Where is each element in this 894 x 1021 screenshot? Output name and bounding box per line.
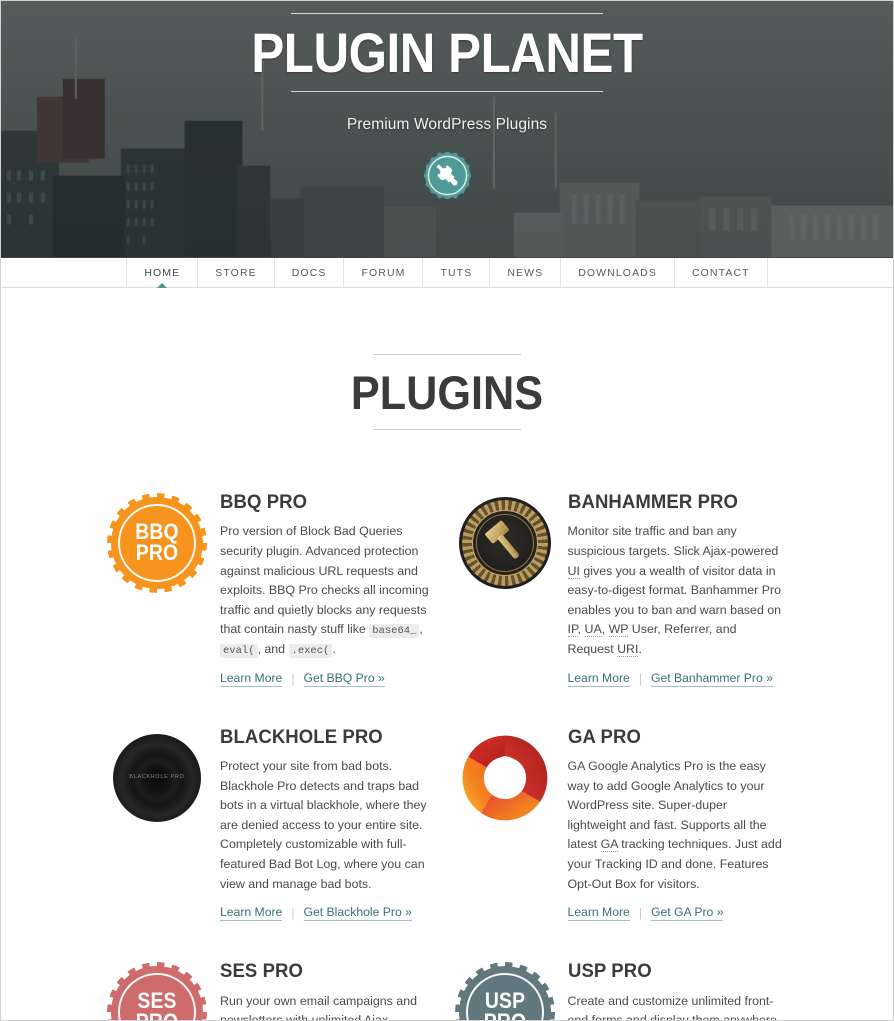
plugin-description: Pro version of Block Bad Queries securit… [220,524,429,658]
page-title-block: PLUGINS [1,354,893,430]
plugin-description: Run your own email campaigns and newslet… [220,993,417,1021]
title-rule-bottom [291,91,603,92]
main-navigation[interactable]: HOME STORE DOCS FORUM TUTS NEWS DOWNLOAD… [1,258,893,288]
get-plugin-link[interactable]: Get BBQ Pro » [303,671,385,687]
plugin-links: Learn More | Get Banhammer Pro » [567,671,784,687]
badge-text: USP PRO [464,966,545,1020]
plugin-card: USP PRO USP PRO Create and customize unli… [458,960,784,1021]
inline-code: .exec( [288,644,333,658]
abbreviation: URI [617,642,639,657]
plugin-links: Learn More | Get BBQ Pro » [220,671,436,687]
plugin-card-body: BLACKHOLE PRO Protect your site from bad … [220,725,436,922]
page-root: PLUGIN PLANET Premium WordPress Plugins [0,0,894,1021]
plugin-card-body: SES PRO Run your own email campaigns and … [220,960,436,1021]
plugin-description: Protect your site from bad bots. Blackho… [220,759,427,891]
get-plugin-link[interactable]: Get Blackhole Pro » [303,905,412,922]
nav-item-forum[interactable]: FORUM [344,258,424,287]
site-title: PLUGIN PLANET [251,21,643,84]
plugin-card-body: BANHAMMER PRO Monitor site traffic and ba… [567,491,784,687]
title-rule-top [291,13,603,14]
plugin-description: Monitor site traffic and ban any suspici… [567,524,782,657]
plugin-card-body: GA PRO GA Google Analytics Pro is the eas… [567,725,784,922]
abbreviation: UI [567,563,580,579]
link-separator: | [291,906,295,921]
learn-more-link[interactable]: Learn More [567,905,630,922]
inline-code: base64_ [369,624,420,639]
site-tagline: Premium WordPress Plugins [346,116,548,133]
usp-pro-badge-icon: USP PRO [458,966,551,1020]
plugin-icon-wrapper[interactable] [459,732,551,824]
plugin-card-body: BBQ PRO Pro version of Block Bad Queries … [220,491,436,687]
nav-item-tuts[interactable]: TUTS [423,258,491,287]
badge-text: SES PRO [117,966,198,1020]
badge-text-line2: PRO [483,1011,525,1020]
plugin-title: BBQ PRO [220,491,308,513]
learn-more-link[interactable]: Learn More [220,671,283,687]
link-separator: | [638,906,642,921]
plugin-description: Create and customize unlimited front-end… [567,993,777,1021]
badge-text: BBQ PRO [117,497,198,589]
bbq-pro-badge-icon: BBQ PRO [111,497,203,589]
page-title-rule-top [373,354,521,355]
ga-pro-ring-icon [462,735,547,820]
plugin-icon-wrapper[interactable] [458,497,551,589]
plugin-title: SES PRO [220,960,304,983]
plugin-icon-wrapper[interactable]: BLACKHOLE PRO [111,732,203,824]
inline-code: eval( [220,644,258,658]
nav-item-contact[interactable]: CONTACT [675,258,768,287]
plugin-card: SES PRO SES PRO Run your own email campai… [111,960,436,1021]
plugin-card: GA PRO GA Google Analytics Pro is the eas… [459,725,784,922]
plugin-card: BANHAMMER PRO Monitor site traffic and ba… [458,491,784,687]
plugin-title: BLACKHOLE PRO [220,725,383,748]
plugin-icon-wrapper[interactable]: BBQ PRO [111,497,203,589]
plugin-card: BBQ PRO BBQ PRO Pro version of Block Bad … [111,491,436,687]
plugin-title: BANHAMMER PRO [567,491,738,513]
nav-item-docs[interactable]: DOCS [275,258,345,287]
page-title-rule-bottom [373,429,521,430]
plug-icon [423,151,471,200]
blackhole-pro-badge-icon: BLACKHOLE PRO [113,733,201,822]
nav-item-home[interactable]: HOME [126,258,199,287]
plugin-grid: BBQ PRO BBQ PRO Pro version of Block Bad … [111,491,784,1021]
get-plugin-link[interactable]: Get Banhammer Pro » [651,671,773,687]
abbreviation: IP [567,622,578,638]
plugin-title: GA PRO [567,725,641,748]
abbreviation: GA [600,837,618,853]
site-header: PLUGIN PLANET Premium WordPress Plugins [1,1,893,258]
link-separator: | [291,671,295,686]
blackhole-badge-label: BLACKHOLE PRO [129,773,185,780]
plugin-card: BLACKHOLE PRO BLACKHOLE PRO Protect your … [111,725,436,922]
ses-pro-badge-icon: SES PRO [111,966,203,1020]
badge-text-line2: PRO [135,540,179,565]
main-content: PLUGINS BBQ PRO BBQ PRO Pro version of Bl… [1,354,893,1021]
plugin-title: USP PRO [567,960,652,983]
plugin-card-body: USP PRO Create and customize unlimited fr… [567,960,784,1021]
nav-item-news[interactable]: NEWS [490,258,562,287]
learn-more-link[interactable]: Learn More [567,671,630,687]
plugin-links: Learn More | Get GA Pro » [567,905,784,922]
abbreviation: WP [608,622,629,638]
learn-more-link[interactable]: Learn More [220,905,283,922]
page-title: PLUGINS [350,366,544,419]
link-separator: | [638,671,642,686]
abbreviation: UA [584,622,602,638]
plugin-links: Learn More | Get Blackhole Pro » [220,905,436,922]
get-plugin-link[interactable]: Get GA Pro » [651,905,724,922]
nav-item-downloads[interactable]: DOWNLOADS [561,258,675,287]
plugin-icon-wrapper[interactable]: SES PRO [111,966,203,1020]
banhammer-pro-badge-icon [458,497,551,589]
plugin-description: GA Google Analytics Pro is the easy way … [567,759,782,891]
plugin-icon-wrapper[interactable]: USP PRO [458,966,551,1020]
badge-text-line2: PRO [136,1011,178,1020]
nav-item-store[interactable]: STORE [198,258,275,287]
